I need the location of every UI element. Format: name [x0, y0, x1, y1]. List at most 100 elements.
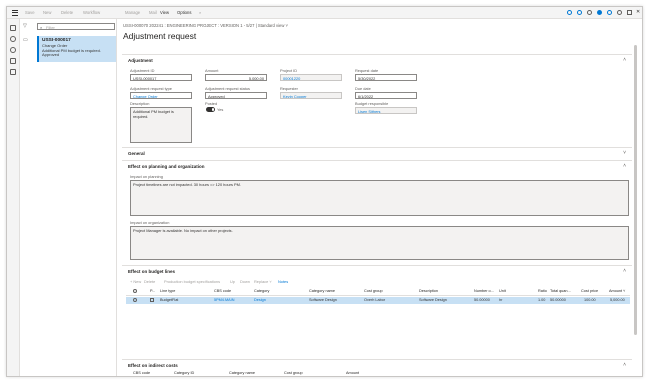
link-icon[interactable]	[577, 10, 582, 15]
workspace-icon[interactable]	[10, 58, 16, 64]
col-cost-group[interactable]: Cost group	[364, 289, 383, 293]
description-field[interactable]: Additional PM budget is required.	[130, 107, 192, 143]
cell-cbs-code[interactable]: 5PM4.MAIN	[214, 298, 234, 302]
impact-planning-field[interactable]: Project timelines are not impacted. 30 h…	[130, 180, 629, 216]
cell-cost-group[interactable]: Overh Labor	[364, 298, 385, 302]
col-total-quantity[interactable]: Total quan...	[550, 289, 571, 293]
amount-field[interactable]: 5,000.00	[205, 74, 267, 81]
chevron-up-icon[interactable]: ˄	[623, 57, 626, 63]
posted-toggle[interactable]	[206, 107, 215, 112]
cell-total-quantity[interactable]: 50.00000	[550, 298, 566, 302]
col-amount[interactable]: Amount	[346, 371, 359, 375]
recent-icon[interactable]	[10, 47, 16, 53]
col-unit[interactable]: Unit	[499, 289, 506, 293]
cell-category[interactable]: Design	[254, 298, 266, 302]
cell-number[interactable]: 50.00000	[474, 298, 490, 302]
posted-label: Posted	[205, 101, 218, 106]
cell-amount[interactable]: 5,000.00	[610, 298, 625, 302]
chevron-down-icon[interactable]: ˅	[623, 150, 626, 156]
request-date-field[interactable]: 5/30/2022	[355, 74, 417, 81]
impact-org-field[interactable]: Project Manager is available. No impact …	[130, 226, 629, 260]
section-adjustment[interactable]: Adjustment ˄	[122, 54, 632, 64]
col-cost-group[interactable]: Cost group	[284, 371, 303, 375]
adjustment-id-field[interactable]: USSI-000017	[130, 74, 192, 81]
cell-cost-price[interactable]: 100.00	[584, 298, 596, 302]
vertical-scrollbar[interactable]	[634, 45, 637, 335]
section-effect-indirect[interactable]: Effect on indirect costs ˄	[122, 359, 632, 369]
col-cbs-code[interactable]: CBS code	[214, 289, 231, 293]
col-category-name[interactable]: Category name	[229, 371, 255, 375]
col-cbs-code[interactable]: CBS code	[133, 371, 150, 375]
requester-field[interactable]: Kevin Cooper	[280, 92, 342, 99]
col-line-type[interactable]: Line type	[160, 289, 175, 293]
list-toggle-icon[interactable]: ▭	[23, 37, 28, 43]
grid-down-button[interactable]: Down	[240, 279, 250, 284]
workflow-button[interactable]: Workflow	[83, 10, 100, 15]
col-category-id[interactable]: Category ID	[174, 371, 194, 375]
grid-replace-button[interactable]: Replace ˅	[254, 279, 272, 284]
chevron-up-icon[interactable]: ˄	[623, 268, 626, 274]
col-number[interactable]: Number o...	[474, 289, 494, 293]
section-title: Effect on indirect costs	[128, 362, 178, 368]
app-window: Save New Delete Workflow Manage Mail Vie…	[6, 6, 643, 377]
popout-icon[interactable]	[627, 10, 632, 15]
type-field[interactable]: Change Order	[130, 92, 192, 99]
office-icon[interactable]	[587, 10, 592, 15]
grid-notes-button[interactable]: Notes	[278, 279, 288, 284]
search-icon[interactable]: ⌕	[199, 10, 201, 15]
grid-prod-budget-button[interactable]: Production budget specifications	[164, 279, 220, 284]
col-ratio[interactable]: Ratio	[538, 289, 547, 293]
cell-unit[interactable]: hr	[499, 298, 502, 302]
col-cost-price[interactable]: Cost price	[581, 289, 598, 293]
cell-description[interactable]: Software Design	[419, 298, 447, 302]
cell-line-type[interactable]: BudgetFlat	[160, 298, 178, 302]
grid-delete-button[interactable]: Delete	[144, 279, 155, 284]
section-effect-budget[interactable]: Effect on budget lines ˄	[122, 265, 632, 275]
modules-icon[interactable]	[10, 69, 16, 75]
save-button[interactable]: Save	[25, 10, 35, 15]
nav-rail	[7, 19, 20, 376]
breadcrumb[interactable]: USSI-000070 202241 : ENGINEERING PROJECT…	[123, 23, 288, 28]
new-button[interactable]: New	[43, 10, 51, 15]
section-general[interactable]: General ˅	[122, 147, 632, 157]
project-id-field[interactable]: 00001220	[280, 74, 342, 81]
col-category-name[interactable]: Category name	[309, 289, 335, 293]
mail-tab[interactable]: Mail	[149, 10, 157, 15]
select-all-radio[interactable]	[133, 289, 137, 293]
home-icon[interactable]	[10, 25, 16, 31]
delete-button[interactable]: Delete	[61, 10, 73, 15]
info-icon[interactable]	[607, 10, 612, 15]
cell-category-name[interactable]: Software Design	[309, 298, 337, 302]
options-tab[interactable]: Options	[177, 10, 191, 15]
menu-icon[interactable]	[12, 10, 18, 16]
section-title: General	[128, 150, 145, 156]
row-checkbox[interactable]	[150, 298, 154, 303]
section-effect-planning[interactable]: Effect on planning and organization ˄	[122, 160, 632, 170]
due-date-field[interactable]: 6/1/2022	[355, 92, 417, 99]
list-item-selected[interactable]: USSI-000017 Change Order Additional PM b…	[37, 36, 116, 62]
col-description[interactable]: Description	[419, 289, 438, 293]
col-category[interactable]: Category	[254, 289, 269, 293]
chevron-up-icon[interactable]: ˄	[623, 163, 626, 169]
table-row[interactable]: BudgetFlat 5PM4.MAIN Design Software Des…	[126, 297, 630, 304]
chevron-up-icon[interactable]: ˄	[623, 362, 626, 368]
adjustment-id-label: Adjustment ID	[130, 68, 155, 73]
status-field[interactable]: Approved	[205, 92, 267, 99]
col-p[interactable]: P...	[150, 289, 155, 293]
attach-icon[interactable]	[597, 10, 602, 15]
close-icon[interactable]: ✕	[636, 9, 640, 15]
grid-up-button[interactable]: Up	[230, 279, 235, 284]
diamond-icon[interactable]	[567, 10, 572, 15]
filter-icon[interactable]: ▽	[23, 23, 27, 29]
view-tab[interactable]: View	[160, 10, 169, 15]
budget-responsible-field[interactable]: Lisen Sithers	[355, 107, 417, 114]
filter-input[interactable]: ⌕ Filter	[37, 23, 115, 30]
row-radio[interactable]	[133, 298, 137, 303]
refresh-icon[interactable]	[617, 10, 622, 15]
cell-ratio[interactable]: 1.00	[538, 298, 545, 302]
star-icon[interactable]	[10, 36, 16, 42]
col-amount[interactable]: Amount ˅	[609, 289, 625, 293]
grid-new-button[interactable]: + New	[130, 279, 141, 284]
main-content: USSI-000070 202241 : ENGINEERING PROJECT…	[118, 19, 633, 376]
manage-tab[interactable]: Manage	[125, 10, 140, 15]
